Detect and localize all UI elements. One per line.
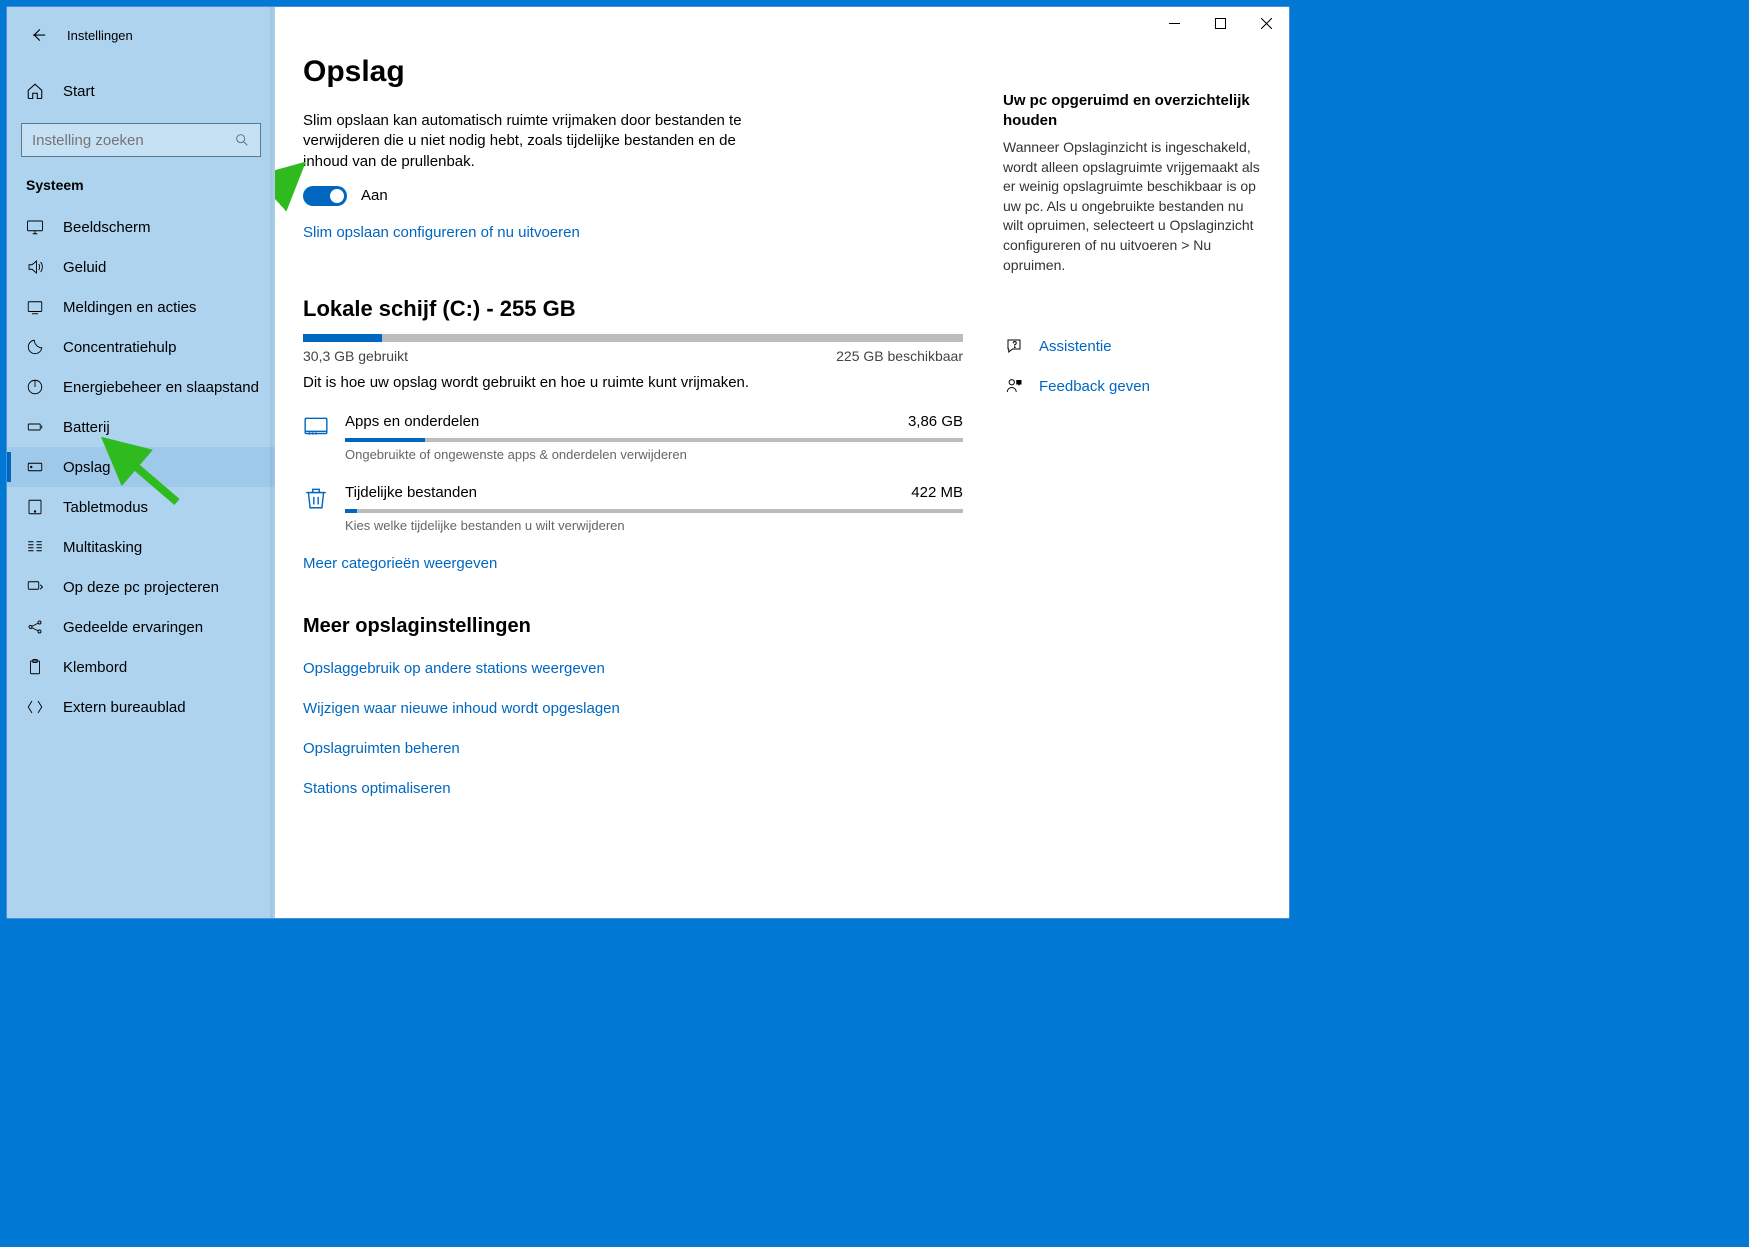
info-column: Uw pc opgeruimd en overzichtelijk houden… — [1003, 55, 1261, 918]
sidebar-item-label: Gedeelde ervaringen — [63, 619, 203, 636]
home-label: Start — [63, 83, 95, 100]
info-text: Wanneer Opslaginzicht is ingeschakeld, w… — [1003, 138, 1261, 275]
info-heading: Uw pc opgeruimd en overzichtelijk houden — [1003, 91, 1261, 130]
category-bar — [345, 438, 963, 442]
get-help-label: Assistentie — [1039, 338, 1112, 355]
sidebar-item-shared[interactable]: Gedeelde ervaringen — [7, 607, 275, 647]
battery-icon — [26, 418, 44, 436]
sidebar-item-remote[interactable]: Extern bureaublad — [7, 687, 275, 727]
give-feedback-link[interactable]: Feedback geven — [1003, 377, 1261, 395]
project-icon — [26, 578, 44, 596]
home-button[interactable]: Start — [7, 69, 275, 113]
sidebar-item-label: Beeldscherm — [63, 219, 151, 236]
settings-window: Instellingen Start Systeem Beeldscherm Ge… — [6, 6, 1290, 919]
back-arrow-icon — [29, 26, 47, 44]
display-icon — [26, 218, 44, 236]
sidebar-item-notifications[interactable]: Meldingen en acties — [7, 287, 275, 327]
sidebar-item-multitask[interactable]: Multitasking — [7, 527, 275, 567]
sidebar-item-storage[interactable]: Opslag — [7, 447, 275, 487]
sidebar-item-project[interactable]: Op deze pc projecteren — [7, 567, 275, 607]
sidebar-item-sound[interactable]: Geluid — [7, 247, 275, 287]
get-help-link[interactable]: Assistentie — [1003, 337, 1261, 355]
disk-heading: Lokale schijf (C:) - 255 GB — [303, 296, 963, 322]
back-button[interactable] — [23, 20, 53, 50]
notifications-icon — [26, 298, 44, 316]
clipboard-icon — [26, 658, 44, 676]
sidebar-item-label: Batterij — [63, 419, 110, 436]
close-button[interactable] — [1243, 7, 1289, 39]
minimize-button[interactable] — [1151, 7, 1197, 39]
feedback-icon — [1005, 377, 1023, 395]
sidebar-item-display[interactable]: Beeldscherm — [7, 207, 275, 247]
sidebar-item-label: Multitasking — [63, 539, 142, 556]
sound-icon — [26, 258, 44, 276]
give-feedback-label: Feedback geven — [1039, 378, 1150, 395]
sidebar-item-tablet[interactable]: Tabletmodus — [7, 487, 275, 527]
trash-icon — [303, 485, 331, 513]
sidebar-item-label: Energiebeheer en slaapstand — [63, 379, 259, 396]
power-icon — [26, 378, 44, 396]
sidebar-item-label: Extern bureaublad — [63, 699, 186, 716]
maximize-button[interactable] — [1197, 7, 1243, 39]
category-size: 3,86 GB — [908, 413, 963, 430]
storage-sense-description: Slim opslaan kan automatisch ruimte vrij… — [303, 111, 763, 172]
shared-icon — [26, 618, 44, 636]
nav-group-label: Systeem — [7, 157, 275, 207]
show-more-categories-link[interactable]: Meer categorieën weergeven — [303, 555, 497, 572]
focus-icon — [26, 338, 44, 356]
storage-category-trash[interactable]: Tijdelijke bestanden 422 MB Kies welke ti… — [303, 484, 963, 533]
app-title: Instellingen — [67, 28, 133, 43]
more-storage-link-3[interactable]: Stations optimaliseren — [303, 780, 451, 797]
sidebar: Instellingen Start Systeem Beeldscherm Ge… — [7, 7, 275, 918]
storage-sense-toggle[interactable] — [303, 186, 347, 206]
remote-icon — [26, 698, 44, 716]
toggle-state-label: Aan — [361, 187, 388, 204]
storage-icon — [26, 458, 44, 476]
category-name: Tijdelijke bestanden — [345, 484, 477, 501]
sidebar-item-label: Klembord — [63, 659, 127, 676]
sidebar-item-label: Geluid — [63, 259, 106, 276]
configure-storage-sense-link[interactable]: Slim opslaan configureren of nu uitvoere… — [303, 224, 580, 241]
sidebar-item-label: Opslag — [63, 459, 111, 476]
sidebar-item-label: Concentratiehulp — [63, 339, 176, 356]
more-storage-link-2[interactable]: Opslagruimten beheren — [303, 740, 460, 757]
multitask-icon — [26, 538, 44, 556]
disk-usage-bar — [303, 334, 963, 342]
disk-usage-description: Dit is hoe uw opslag wordt gebruikt en h… — [303, 374, 963, 391]
disk-used-label: 30,3 GB gebruikt — [303, 348, 408, 364]
window-controls — [1151, 7, 1289, 39]
sidebar-item-label: Tabletmodus — [63, 499, 148, 516]
help-icon — [1005, 337, 1023, 355]
nav-list: Beeldscherm Geluid Meldingen en acties Conc… — [7, 207, 275, 918]
more-storage-link-1[interactable]: Wijzigen waar nieuwe inhoud wordt opgesl… — [303, 700, 620, 717]
page-title: Opslag — [303, 55, 963, 89]
more-storage-link-0[interactable]: Opslaggebruik op andere stations weergev… — [303, 660, 605, 677]
content-column: Opslag Slim opslaan kan automatisch ruim… — [303, 55, 963, 918]
sidebar-item-label: Meldingen en acties — [63, 299, 196, 316]
disk-usage-fill — [303, 334, 382, 342]
sidebar-item-clipboard[interactable]: Klembord — [7, 647, 275, 687]
category-name: Apps en onderdelen — [345, 413, 479, 430]
main-area: Opslag Slim opslaan kan automatisch ruim… — [275, 7, 1289, 918]
sidebar-item-label: Op deze pc projecteren — [63, 579, 219, 596]
sidebar-item-power[interactable]: Energiebeheer en slaapstand — [7, 367, 275, 407]
category-bar — [345, 509, 963, 513]
category-subtext: Ongebruikte of ongewenste apps & onderde… — [345, 447, 963, 462]
category-subtext: Kies welke tijdelijke bestanden u wilt v… — [345, 518, 963, 533]
apps-icon — [303, 414, 331, 442]
disk-free-label: 225 GB beschikbaar — [836, 348, 963, 364]
sidebar-item-battery[interactable]: Batterij — [7, 407, 275, 447]
tablet-icon — [26, 498, 44, 516]
sidebar-item-focus[interactable]: Concentratiehulp — [7, 327, 275, 367]
category-size: 422 MB — [911, 484, 963, 501]
storage-category-apps[interactable]: Apps en onderdelen 3,86 GB Ongebruikte of… — [303, 413, 963, 462]
search-icon — [234, 132, 250, 148]
search-input[interactable] — [32, 132, 234, 149]
home-icon — [26, 82, 44, 100]
more-storage-settings-heading: Meer opslaginstellingen — [303, 615, 963, 638]
search-box[interactable] — [21, 123, 261, 157]
